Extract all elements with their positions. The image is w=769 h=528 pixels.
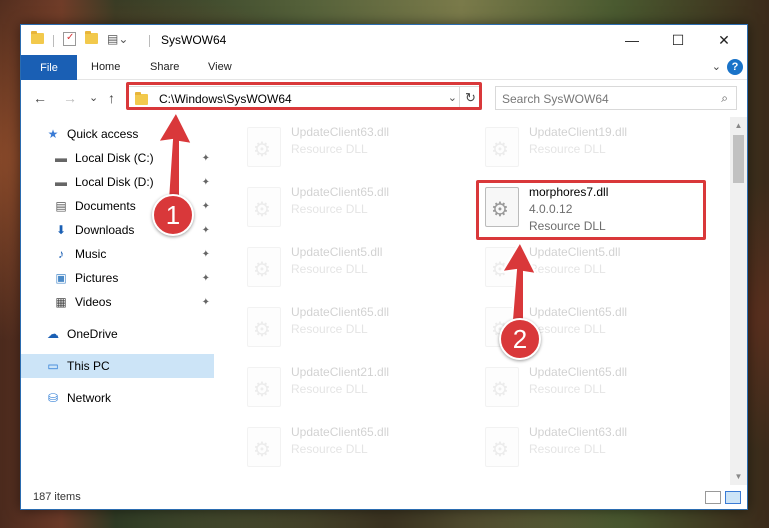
callout-badge-2: 2 — [499, 318, 541, 360]
callout-badge-1: 1 — [152, 194, 194, 236]
arrow-2-icon — [500, 239, 538, 321]
arrow-1-icon — [156, 109, 194, 201]
annotation-arrows — [156, 109, 538, 321]
